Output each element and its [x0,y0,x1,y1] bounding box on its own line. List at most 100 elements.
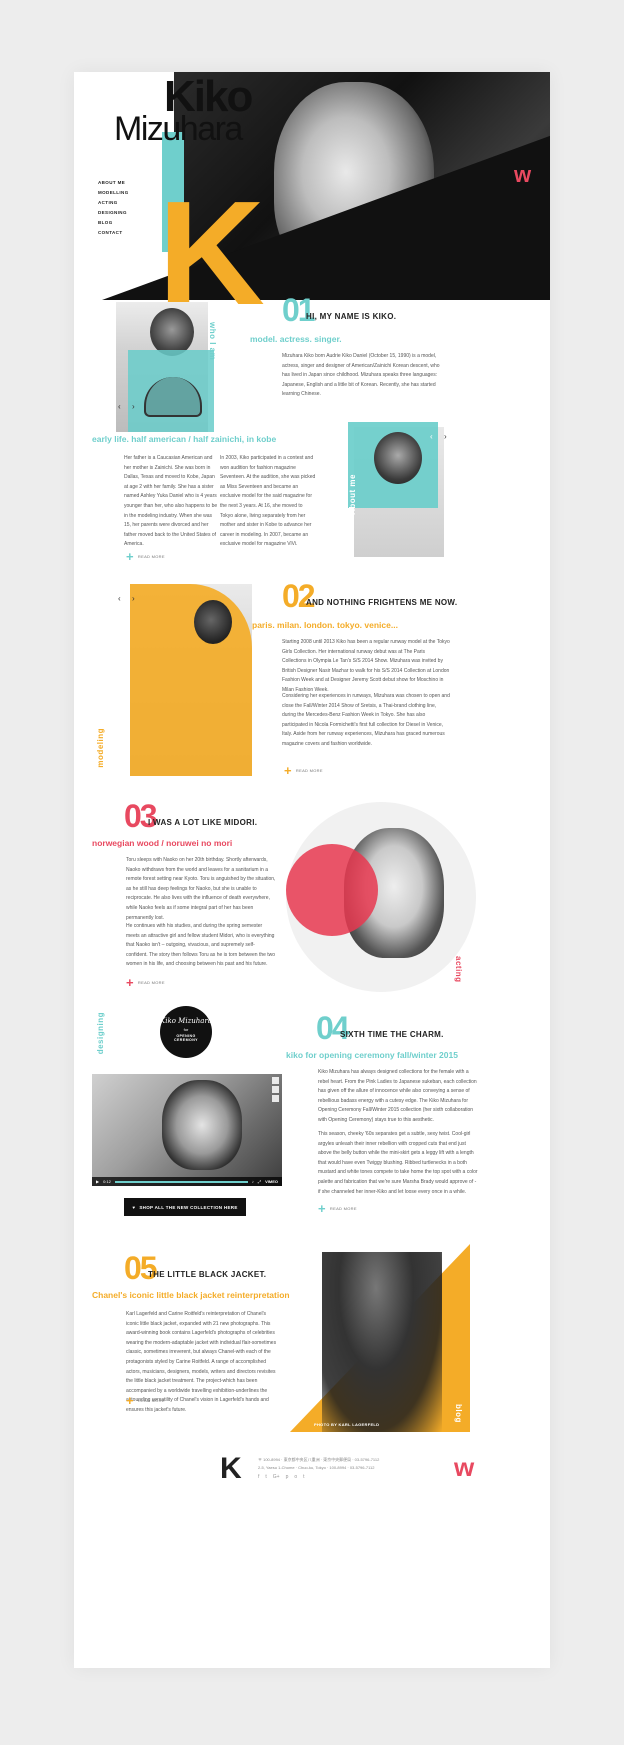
carousel-prev-icon[interactable]: ‹ [430,432,433,441]
read-more-label: READ MORE [137,554,165,559]
video-control-bar: ▶ 0:12 ♪ ⤢ VIMEO [92,1177,282,1186]
section-number: 04 [316,1010,350,1046]
section-subtitle: model. actress. singer. [250,334,342,344]
play-icon[interactable]: ▶ [96,1179,99,1184]
video-player[interactable]: ▶ 0:12 ♪ ⤢ VIMEO [92,1074,282,1186]
read-more-link[interactable]: + READ MORE [318,1202,357,1215]
nav-modelling[interactable]: MODELLING [98,188,129,198]
section-headline: HI, MY NAME IS KIKO. [306,312,397,321]
google-plus-icon[interactable]: G+ [273,1474,280,1480]
watch-later-icon[interactable] [272,1086,279,1093]
section-number: 01 [282,292,316,328]
section-number: 03 [124,798,158,834]
brand-logo[interactable]: w [514,162,531,188]
volume-icon[interactable]: ♪ [252,1179,254,1184]
nav-blog[interactable]: BLOG [98,218,129,228]
page: K Kiko Mizuhara w ABOUT ME MODELLING ACT… [74,72,550,1668]
carousel-next-icon[interactable]: › [132,594,135,603]
section-para1: Starting 2008 until 2013 Kiko has been a… [282,639,450,693]
section-number: 02 [282,578,316,614]
section-subtitle: norwegian wood / noruwei no mori [92,838,233,848]
read-more-label: READ MORE [295,768,323,773]
footer-address-line2: 2-5, Yaesu 1-Chome · Chuo-ku, Tokyo · 10… [258,1465,375,1470]
blog-photo-figure [322,1252,442,1432]
plus-icon: + [126,1393,134,1408]
shop-button-label: SHOP ALL THE NEW COLLECTION HERE [139,1204,238,1210]
section-para2: He continues with his studies, and durin… [126,923,276,968]
read-more-label: READ MORE [137,980,165,985]
video-side-controls [272,1077,279,1102]
footer-brand-logo[interactable]: w [454,1452,474,1483]
carousel-prev-icon[interactable]: ‹ [118,594,121,603]
read-more-label: READ MORE [137,1398,165,1403]
acting-red-circle [286,844,378,936]
section-para1: Toru sleeps with Naoko on her 20th birth… [126,857,276,921]
nav-acting[interactable]: ACTING [98,198,129,208]
video-time: 0:12 [103,1179,111,1184]
read-more-link[interactable]: + READ MORE [126,550,165,563]
section-headline: AND NOTHING FRIGHTENS ME NOW. [306,598,458,607]
modeling-orange-overlay [130,584,252,776]
carousel-next-icon[interactable]: › [444,432,447,441]
read-more-link[interactable]: + READ MORE [126,1394,165,1407]
section-number: 05 [124,1250,158,1286]
nav-designing[interactable]: DESIGNING [98,208,129,218]
modeling-photo-figure [194,600,232,644]
side-label-blog: blog [454,1404,463,1423]
badge-brand: OPENING CEREMONY [174,1034,198,1042]
main-nav: ABOUT ME MODELLING ACTING DESIGNING BLOG… [98,178,129,238]
fullscreen-icon[interactable]: ⤢ [258,1179,261,1184]
section-headline: I WAS A LOT LIKE MIDORI. [148,818,258,827]
shop-collection-button[interactable]: ♥ SHOP ALL THE NEW COLLECTION HERE [124,1198,246,1216]
section-subtitle: paris. milan. london. tokyo. venice... [252,620,398,630]
carousel-next-icon[interactable]: › [132,402,135,411]
plus-icon: + [284,763,292,778]
plus-icon: + [318,1201,326,1216]
video-brand: VIMEO [265,1179,278,1184]
early-life-col2: In 2003, Kiko participated in a contest … [220,455,316,548]
plus-icon: + [126,549,134,564]
side-label-about-me: About me [348,474,357,515]
section-headline: SIXTH TIME THE CHARM. [340,1030,444,1039]
nav-contact[interactable]: CONTACT [98,228,129,238]
side-label-designing: designing [96,1012,105,1055]
footer-address: 〒 100-8994 · 東京都中央区八重洲 · 東京中央郵便局 · 03-57… [258,1456,379,1472]
badge-script: Kiko Mizuhara [160,1017,212,1025]
early-life-title: early life. half american / half zainich… [92,434,277,444]
carousel-prev-icon[interactable]: ‹ [118,402,121,411]
video-frame-portrait [162,1080,242,1170]
section-para2: This season, cheeky '60s separates get a… [318,1131,478,1195]
share-icon[interactable] [272,1095,279,1102]
section-subtitle: kiko for opening ceremony fall/winter 20… [286,1050,458,1060]
about-photo-2-head [374,432,422,484]
read-more-label: READ MORE [329,1206,357,1211]
tumblr-icon[interactable]: t [303,1474,304,1480]
heart-icon: ♥ [132,1204,136,1210]
plus-icon: + [126,975,134,990]
about-photo-head [150,308,194,356]
section-headline: THE LITTLE BLACK JACKET. [148,1270,267,1279]
hero-last-name: Mizuhara [114,110,243,148]
side-label-who-i-am: who I am [208,322,217,361]
section-intro: Mizuhara Kiko born Audrie Kiko Daniel (O… [282,353,440,398]
section-subtitle: Chanel's iconic little black jacket rein… [92,1290,290,1300]
photo-credit: PHOTO BY KARL LAGERFELD [314,1422,380,1427]
footer-logo[interactable]: K [220,1452,242,1486]
nav-about-me[interactable]: ABOUT ME [98,178,129,188]
side-label-acting: acting [454,956,463,983]
like-icon[interactable] [272,1077,279,1084]
early-life-col1: Her father is a Caucasian American and h… [124,455,218,548]
social-links: f t G+ p o t [258,1474,305,1480]
twitter-icon[interactable]: t [265,1474,266,1480]
facebook-icon[interactable]: f [258,1474,259,1480]
section-para2: Considering her experiences in runways, … [282,693,450,747]
side-label-modeling: modeling [96,728,105,768]
pinterest-icon[interactable]: p [286,1474,289,1480]
read-more-link[interactable]: + READ MORE [126,976,165,989]
footer-address-line1: 〒 100-8994 · 東京都中央区八重洲 · 東京中央郵便局 · 03-57… [258,1457,380,1462]
section-para1: Kiko Mizuhara has always designed collec… [318,1069,477,1123]
opening-ceremony-badge: Kiko Mizuhara for OPENING CEREMONY [160,1006,212,1058]
instagram-icon[interactable]: o [294,1474,297,1480]
video-progress-bar[interactable] [114,1180,248,1183]
read-more-link[interactable]: + READ MORE [284,764,323,777]
